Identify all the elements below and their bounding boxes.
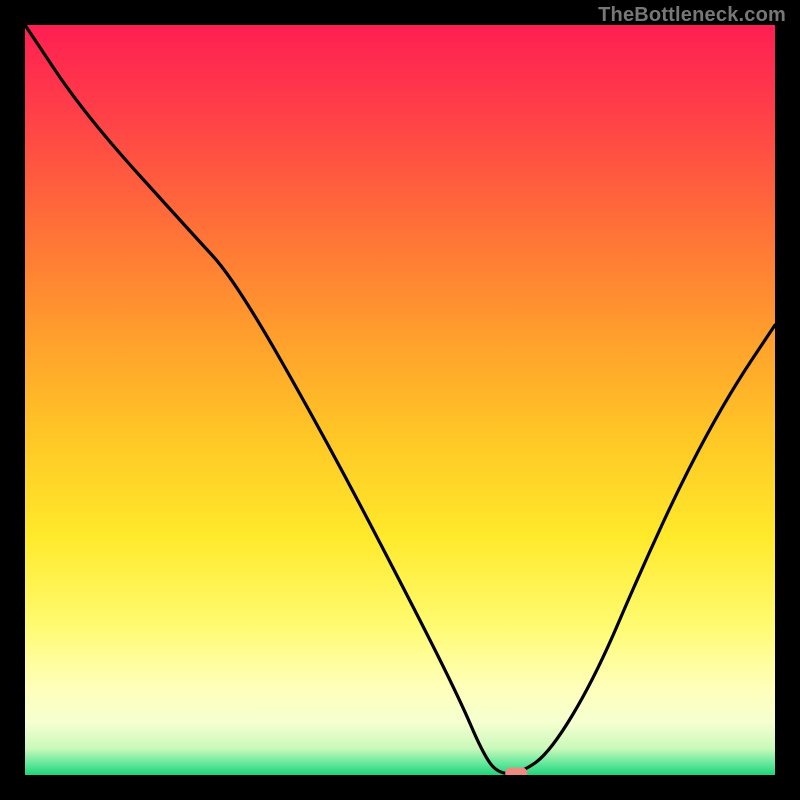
plot-area [25,25,775,775]
optimal-point-marker [505,768,527,776]
chart-frame: TheBottleneck.com [0,0,800,800]
gradient-background [25,25,775,775]
watermark-text: TheBottleneck.com [598,4,786,27]
bottleneck-chart [25,25,775,775]
